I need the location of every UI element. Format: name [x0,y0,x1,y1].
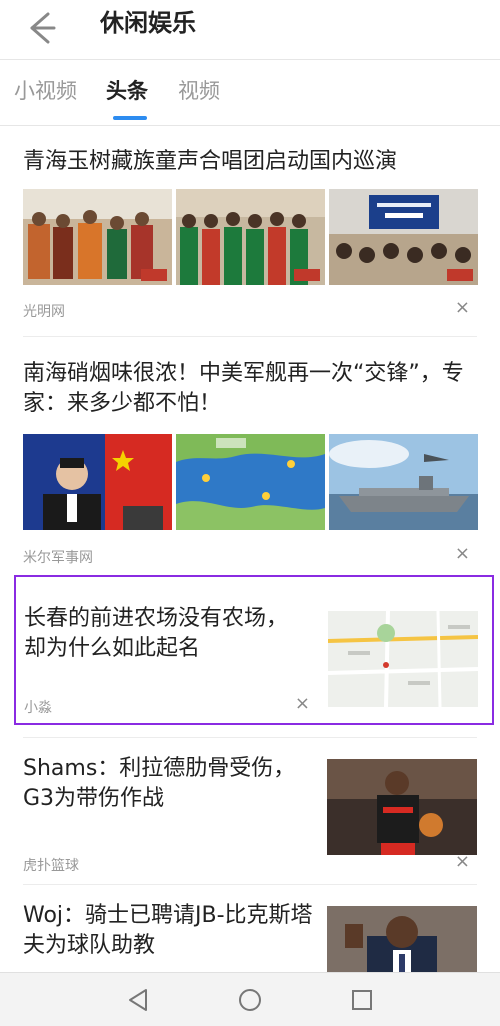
square-recent-icon[interactable] [347,985,377,1015]
news-image[interactable] [329,434,478,530]
page-title: 休闲娱乐 [100,9,196,37]
news-source: 光明网 [23,304,65,320]
news-image[interactable] [23,189,172,285]
news-card-highlighted[interactable]: 长春的前进农场没有农场，却为什么如此起名 小淼 × [14,575,494,725]
divider [23,336,477,337]
tab-video[interactable]: 视频 [178,77,220,105]
divider [23,884,477,885]
close-icon[interactable]: × [455,543,470,564]
news-source: 米尔军事网 [23,550,93,566]
news-source: 虎扑篮球 [23,858,79,874]
close-icon[interactable]: × [455,297,470,318]
divider [23,737,477,738]
tab-short-video[interactable]: 小视频 [14,77,77,105]
news-headline[interactable]: Woj：骑士已聘请JB-比克斯塔夫为球队助教 [23,901,318,961]
triangle-back-icon[interactable] [124,985,154,1015]
top-bar: 休闲娱乐 [0,0,500,60]
image-row [23,434,478,530]
news-image[interactable] [327,906,477,972]
close-icon[interactable]: × [455,851,470,872]
news-headline[interactable]: Shams：利拉德肋骨受伤，G3为带伤作战 [23,754,303,814]
arrow-left-icon[interactable] [18,6,62,50]
active-tab-indicator [113,116,147,120]
news-image[interactable] [23,434,172,530]
tab-bar: 小视频 头条 视频 [0,60,500,126]
news-card[interactable]: Woj：骑士已聘请JB-比克斯塔夫为球队助教 [0,884,500,972]
news-image[interactable] [327,759,477,855]
circle-home-icon[interactable] [235,985,265,1015]
news-headline[interactable]: 青海玉树藏族童声合唱团启动国内巡演 [23,147,478,177]
news-card[interactable]: 青海玉树藏族童声合唱团启动国内巡演 光明网 × [0,127,500,337]
image-row [23,189,478,285]
news-card[interactable]: Shams：利拉德肋骨受伤，G3为带伤作战 虎扑篮球 × [0,737,500,877]
news-image[interactable] [176,434,325,530]
close-icon[interactable]: × [295,693,310,714]
news-image[interactable] [176,189,325,285]
news-card[interactable]: 南海硝烟味很浓！中美军舰再一次“交锋”，专家：来多少都不怕！ 米尔军事网 × [0,342,500,574]
news-source: 小淼 [24,700,52,716]
news-feed: 青海玉树藏族童声合唱团启动国内巡演 光明网 × 南海硝烟味很浓！中美军舰再一次“… [0,127,500,972]
news-headline[interactable]: 长春的前进农场没有农场，却为什么如此起名 [24,604,304,664]
tab-headlines[interactable]: 头条 [106,77,148,105]
news-image-map[interactable] [328,611,478,707]
news-image[interactable] [329,189,478,285]
system-nav-bar [0,972,500,1026]
news-headline[interactable]: 南海硝烟味很浓！中美军舰再一次“交锋”，专家：来多少都不怕！ [23,359,478,419]
